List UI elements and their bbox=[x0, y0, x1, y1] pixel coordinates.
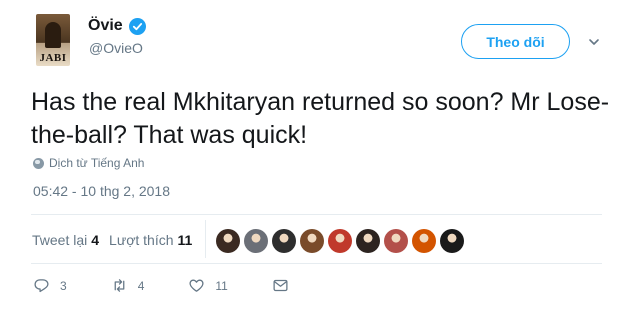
tweet-stats: Tweet lại 4 Lượt thích 11 bbox=[32, 232, 192, 248]
direct-message-icon bbox=[273, 279, 288, 292]
tweet-text: Has the real Mkhitaryan returned so soon… bbox=[31, 88, 610, 149]
globe-icon bbox=[33, 157, 44, 169]
like-button[interactable]: 11 bbox=[188, 277, 228, 294]
follow-button[interactable]: Theo dõi bbox=[461, 24, 570, 59]
tweet-actions: 3 4 11 bbox=[33, 277, 333, 294]
liker-avatar-6[interactable] bbox=[356, 229, 380, 253]
likes-count: 11 bbox=[177, 232, 193, 248]
like-count: 11 bbox=[215, 278, 228, 293]
liker-avatar-8[interactable] bbox=[412, 229, 436, 253]
author-avatar[interactable]: JABI bbox=[36, 14, 70, 66]
liker-avatar-5[interactable] bbox=[328, 229, 352, 253]
avatar-logo-text: JABI bbox=[39, 52, 67, 64]
tweet-timestamp[interactable]: 05:42 - 10 thg 2, 2018 bbox=[33, 183, 170, 199]
stats-separator bbox=[205, 220, 206, 258]
reply-button[interactable]: 3 bbox=[33, 277, 67, 294]
likes-stat[interactable]: Lượt thích 11 bbox=[109, 232, 192, 248]
retweets-count: 4 bbox=[91, 232, 100, 248]
translate-link[interactable]: Dịch từ Tiếng Anh bbox=[33, 156, 144, 170]
divider-top bbox=[31, 214, 602, 215]
avatar-figure bbox=[45, 22, 61, 48]
retweets-label: Tweet lại bbox=[32, 232, 88, 248]
liker-avatar-9[interactable] bbox=[440, 229, 464, 253]
liker-avatar-2[interactable] bbox=[244, 229, 268, 253]
reply-count: 3 bbox=[60, 278, 67, 293]
author-name-row: Övie bbox=[88, 17, 146, 35]
retweets-stat[interactable]: Tweet lại 4 bbox=[32, 232, 99, 248]
author-handle[interactable]: @OvieO bbox=[89, 40, 143, 56]
retweet-button[interactable]: 4 bbox=[111, 277, 145, 294]
likes-label: Lượt thích bbox=[109, 232, 174, 248]
liker-avatars bbox=[216, 229, 464, 253]
heart-icon bbox=[189, 279, 204, 292]
liker-avatar-3[interactable] bbox=[272, 229, 296, 253]
retweet-count: 4 bbox=[137, 278, 145, 293]
reply-icon bbox=[34, 279, 49, 293]
retweet-icon bbox=[114, 279, 125, 292]
liker-avatar-7[interactable] bbox=[384, 229, 408, 253]
chevron-down-icon[interactable] bbox=[588, 36, 600, 48]
liker-avatar-4[interactable] bbox=[300, 229, 324, 253]
direct-message-button[interactable] bbox=[272, 277, 289, 294]
divider-bottom bbox=[31, 263, 602, 264]
author-display-name[interactable]: Övie bbox=[88, 17, 123, 35]
tweet-card: JABI Övie @OvieO Theo dõi Has the real M… bbox=[0, 0, 630, 318]
translate-label: Dịch từ Tiếng Anh bbox=[49, 156, 145, 170]
liker-avatar-1[interactable] bbox=[216, 229, 240, 253]
verified-badge-icon bbox=[128, 17, 146, 35]
